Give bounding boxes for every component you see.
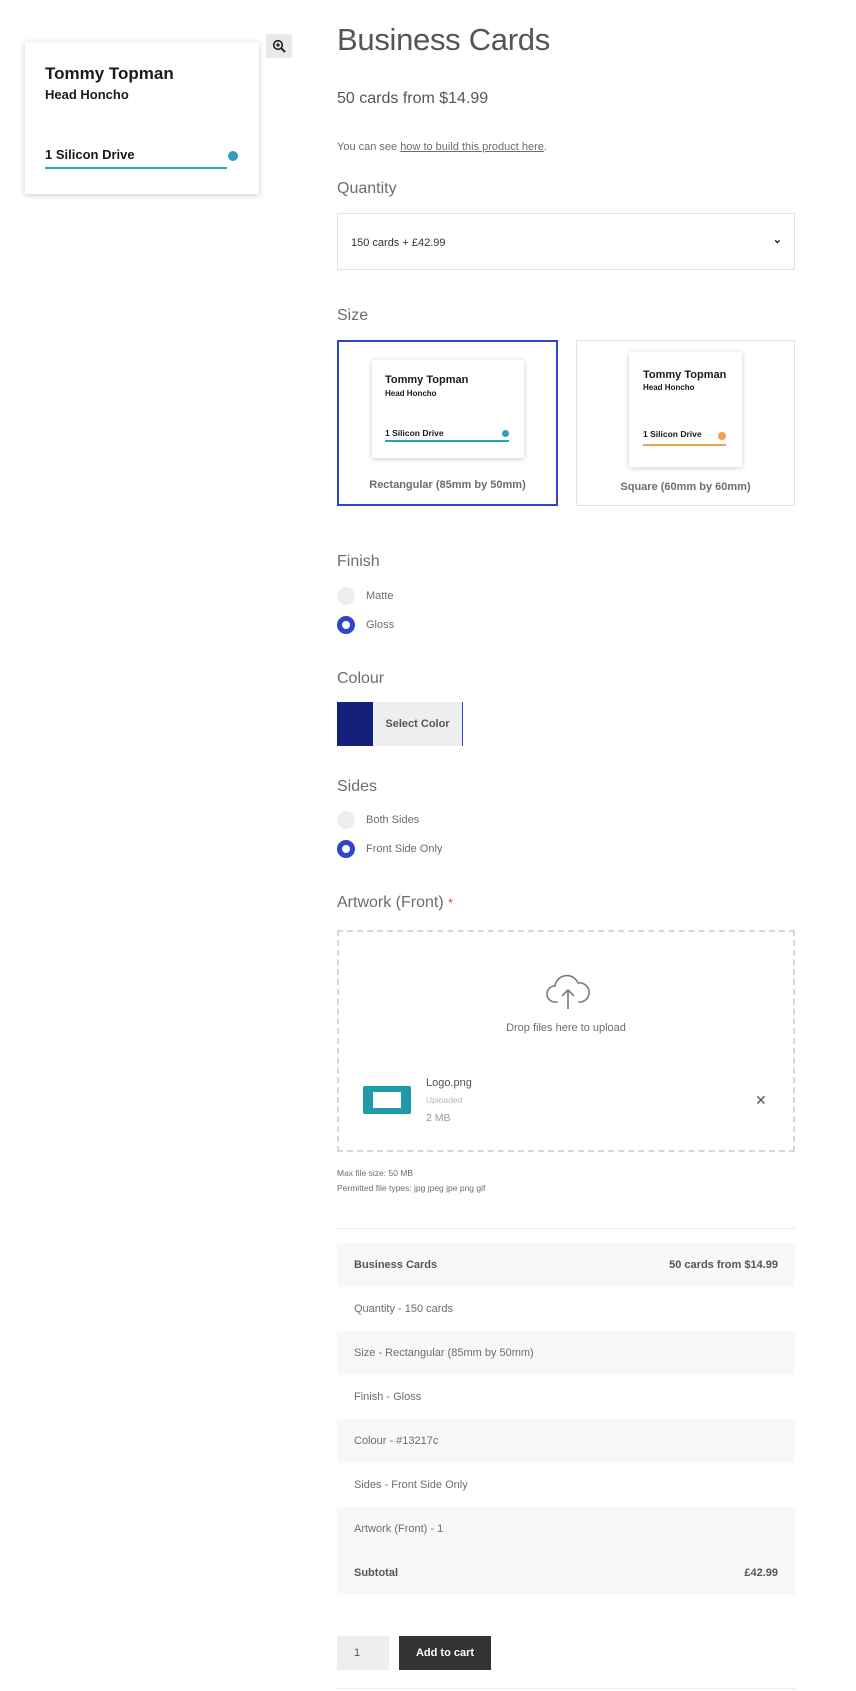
summary-row: Finish - Gloss bbox=[337, 1375, 795, 1419]
sides-option-both[interactable]: Both Sides bbox=[337, 811, 419, 829]
file-name: Logo.png bbox=[426, 1077, 472, 1089]
help-suffix: . bbox=[543, 141, 547, 153]
help-prefix: You can see bbox=[337, 141, 401, 153]
preview-role: Head Honcho bbox=[643, 383, 695, 392]
summary-left: Sides - Front Side Only bbox=[354, 1479, 468, 1491]
summary-row: Colour - #13217c bbox=[337, 1419, 795, 1463]
size-preview-rectangular: Tommy Topman Head Honcho 1 Silicon Drive bbox=[372, 360, 524, 458]
size-option-rectangular[interactable]: Tommy Topman Head Honcho 1 Silicon Drive… bbox=[337, 340, 558, 506]
colour-label: Colour bbox=[337, 670, 385, 687]
finish-option-gloss[interactable]: Gloss bbox=[337, 616, 394, 634]
divider bbox=[337, 1688, 795, 1689]
preview-underline bbox=[643, 444, 726, 446]
subtotal-value: £42.99 bbox=[744, 1567, 778, 1579]
size-label: Size bbox=[337, 307, 369, 324]
help-link[interactable]: how to build this product here bbox=[400, 141, 544, 153]
radio-unchecked[interactable] bbox=[337, 587, 355, 605]
sides-label: Sides bbox=[337, 778, 378, 795]
cart-quantity-input[interactable] bbox=[337, 1636, 389, 1670]
file-size: 2 MB bbox=[426, 1112, 451, 1124]
radio-checked[interactable] bbox=[337, 840, 355, 858]
finish-option-label: Gloss bbox=[366, 619, 395, 631]
preview-name: Tommy Topman bbox=[385, 374, 469, 386]
summary-row: Business Cards 50 cards from $14.99 bbox=[337, 1243, 795, 1287]
chevron-down-icon: ⌄ bbox=[772, 234, 782, 246]
subtotal-label: Subtotal bbox=[354, 1567, 398, 1579]
sides-option-front[interactable]: Front Side Only bbox=[337, 840, 442, 858]
size-preview-square: Tommy Topman Head Honcho 1 Silicon Drive bbox=[629, 352, 742, 467]
summary-subtotal-row: Subtotal £42.99 bbox=[337, 1551, 795, 1595]
size-caption-square: Square (60mm by 60mm) bbox=[620, 481, 751, 493]
quantity-selected-value: 150 cards + £42.99 bbox=[351, 237, 446, 249]
permitted-file-types: Permitted file types: jpg jpeg jpe png g… bbox=[337, 1183, 486, 1193]
preview-underline bbox=[385, 440, 509, 442]
divider bbox=[337, 1228, 795, 1229]
preview-address: 1 Silicon Drive bbox=[643, 429, 702, 439]
max-file-size: Max file size: 50 MB bbox=[337, 1168, 414, 1178]
file-status: Uploaded bbox=[426, 1095, 463, 1105]
summary-right: 50 cards from $14.99 bbox=[669, 1259, 778, 1271]
cloud-upload-icon bbox=[546, 974, 590, 1009]
preview-role: Head Honcho bbox=[385, 389, 437, 398]
order-summary: Business Cards 50 cards from $14.99 Quan… bbox=[337, 1243, 795, 1595]
summary-row: Sides - Front Side Only bbox=[337, 1463, 795, 1507]
summary-row: Size - Rectangular (85mm by 50mm) bbox=[337, 1331, 795, 1375]
file-meta: Max file size: 50 MB Permitted file type… bbox=[337, 1166, 485, 1196]
quantity-label: Quantity bbox=[337, 180, 397, 197]
artwork-label-text: Artwork (Front) bbox=[337, 894, 444, 911]
preview-name: Tommy Topman bbox=[643, 369, 727, 381]
sides-option-label: Both Sides bbox=[366, 814, 420, 826]
radio-checked[interactable] bbox=[337, 616, 355, 634]
preview-dot bbox=[718, 432, 726, 440]
summary-left: Colour - #13217c bbox=[354, 1435, 439, 1447]
finish-option-matte[interactable]: Matte bbox=[337, 587, 394, 605]
size-caption-rectangular: Rectangular (85mm by 50mm) bbox=[369, 479, 526, 491]
preview-address: 1 Silicon Drive bbox=[385, 428, 444, 438]
color-picker-button[interactable]: Select Color bbox=[337, 702, 463, 746]
artwork-label: Artwork (Front) * bbox=[337, 894, 453, 912]
product-image[interactable]: Tommy Topman Head Honcho 1 Silicon Drive bbox=[25, 42, 259, 194]
select-color-label: Select Color bbox=[373, 702, 463, 746]
required-mark: * bbox=[448, 896, 453, 910]
card-address: 1 Silicon Drive bbox=[45, 147, 135, 162]
add-to-cart-button[interactable]: Add to cart bbox=[399, 1636, 491, 1670]
zoom-button[interactable] bbox=[266, 34, 292, 58]
card-underline bbox=[45, 167, 227, 169]
file-thumbnail bbox=[363, 1086, 411, 1114]
card-dot bbox=[228, 151, 238, 161]
color-swatch bbox=[337, 702, 373, 746]
finish-label: Finish bbox=[337, 553, 380, 570]
card-name: Tommy Topman bbox=[45, 64, 174, 83]
summary-left: Finish - Gloss bbox=[354, 1391, 422, 1403]
radio-unchecked[interactable] bbox=[337, 811, 355, 829]
summary-left: Quantity - 150 cards bbox=[354, 1303, 454, 1315]
summary-row: Quantity - 150 cards bbox=[337, 1287, 795, 1331]
close-icon[interactable]: ✕ bbox=[755, 1092, 767, 1109]
dropzone-text: Drop files here to upload bbox=[506, 1022, 626, 1034]
zoom-in-icon bbox=[272, 39, 286, 53]
product-title: Business Cards bbox=[337, 22, 550, 57]
summary-left: Size - Rectangular (85mm by 50mm) bbox=[354, 1347, 534, 1359]
size-option-square[interactable]: Tommy Topman Head Honcho 1 Silicon Drive… bbox=[576, 340, 795, 506]
summary-row: Artwork (Front) - 1 bbox=[337, 1507, 795, 1551]
finish-option-label: Matte bbox=[366, 590, 394, 602]
preview-dot bbox=[502, 430, 509, 437]
card-role: Head Honcho bbox=[45, 87, 129, 102]
file-dropzone[interactable]: Drop files here to upload Logo.png Uploa… bbox=[337, 930, 795, 1152]
quantity-select[interactable]: 150 cards + £42.99 ⌄ bbox=[337, 213, 795, 270]
summary-left: Business Cards bbox=[354, 1259, 438, 1271]
help-text: You can see how to build this product he… bbox=[337, 141, 547, 153]
product-price: 50 cards from $14.99 bbox=[337, 90, 489, 107]
summary-left: Artwork (Front) - 1 bbox=[354, 1523, 444, 1535]
sides-option-label: Front Side Only bbox=[366, 843, 443, 855]
